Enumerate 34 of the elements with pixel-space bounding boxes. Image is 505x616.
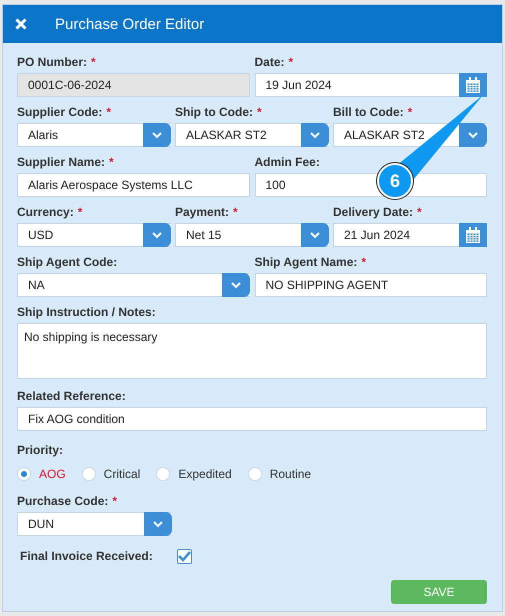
field-label: Payment: * bbox=[175, 205, 239, 220]
readonly-field[interactable]: 0001C-06-2024 bbox=[17, 73, 250, 97]
callout-badge: 6 bbox=[377, 163, 413, 199]
radio-label: Routine bbox=[270, 467, 312, 481]
radio-label: Expedited bbox=[178, 467, 232, 481]
field-label: Bill to Code: * bbox=[333, 105, 414, 120]
radio-button[interactable] bbox=[82, 467, 96, 481]
radio-button[interactable] bbox=[248, 467, 262, 481]
close-icon[interactable] bbox=[15, 18, 27, 30]
field-label: Supplier Code: * bbox=[17, 105, 112, 120]
checkbox-label: Final Invoice Received: bbox=[20, 549, 153, 564]
field-label: Ship Instruction / Notes: bbox=[17, 305, 157, 320]
field-label: PO Number: * bbox=[17, 55, 97, 70]
checkbox[interactable] bbox=[176, 549, 192, 564]
field-label: Date: * bbox=[254, 55, 294, 70]
radio-button[interactable] bbox=[156, 467, 170, 481]
field-label: Ship to Code: * bbox=[175, 105, 263, 120]
radio-button[interactable] bbox=[17, 467, 31, 481]
field-label: Related Reference: bbox=[17, 389, 127, 404]
radio-label: AOG bbox=[39, 467, 66, 481]
field-label: Delivery Date: * bbox=[333, 205, 423, 220]
input-field[interactable]: Fix AOG condition bbox=[17, 407, 487, 431]
field-label: Purchase Code: * bbox=[17, 494, 118, 509]
field-label: Ship Agent Name: * bbox=[254, 255, 368, 270]
radio-label: Critical bbox=[104, 467, 140, 481]
input-field[interactable]: NO SHIPPING AGENT bbox=[254, 273, 487, 297]
input-field[interactable]: Alaris Aerospace Systems LLC bbox=[17, 173, 250, 197]
field-label: Ship Agent Code: bbox=[17, 255, 118, 270]
window-title: Purchase Order Editor bbox=[55, 16, 204, 32]
field-label: Currency: * bbox=[17, 205, 84, 220]
field-label: Admin Fee: bbox=[254, 155, 321, 170]
field-label: Priority: bbox=[17, 443, 64, 458]
notes-field[interactable]: No shipping is necessary bbox=[17, 323, 487, 379]
field-label: Supplier Name: * bbox=[17, 155, 115, 170]
